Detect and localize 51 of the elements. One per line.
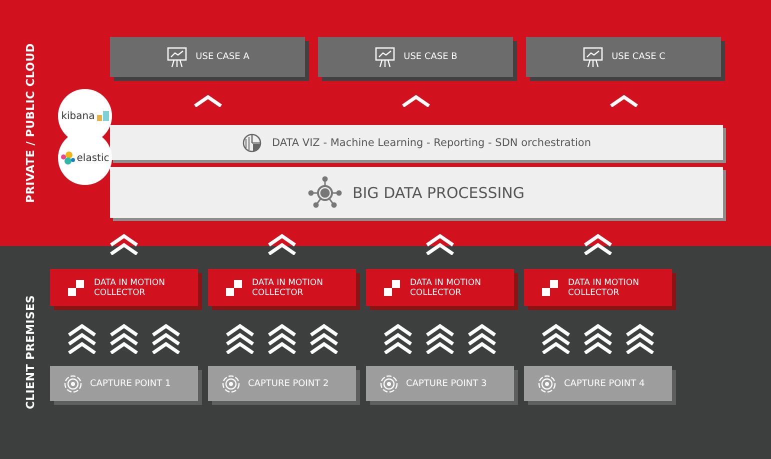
chevron-icon	[582, 324, 614, 354]
section-label: PRIVATE / PUBLIC CLOUD	[24, 43, 36, 203]
logo-text: kibana	[61, 110, 95, 122]
chevron-icon	[624, 324, 656, 354]
logo-icon	[96, 111, 109, 121]
presentation-board-icon	[374, 46, 396, 68]
collector-label: DATA IN MOTION COLLECTOR	[410, 278, 482, 298]
chevron-icon	[540, 324, 572, 354]
chevron-icon	[266, 234, 298, 255]
chevron-icon	[608, 95, 640, 107]
target-icon	[222, 374, 240, 392]
chevron-icon	[224, 324, 256, 354]
use-case-label: USE CASE A	[196, 52, 250, 62]
capture-point-label: CAPTURE POINT 1	[90, 378, 171, 388]
chevron-icon	[582, 234, 614, 255]
chevron-icon	[150, 324, 182, 354]
capture-point-label: CAPTURE POINT 2	[248, 378, 329, 388]
use-case-label: USE CASE C	[612, 52, 666, 62]
squares-icon	[542, 280, 558, 296]
logo-text: elastic	[76, 152, 110, 164]
chevron-icon	[466, 324, 498, 354]
layer-label: BIG DATA PROCESSING	[352, 184, 525, 202]
collector-label: DATA IN MOTION COLLECTOR	[568, 278, 640, 298]
chevron-icon	[266, 324, 298, 354]
collector-label: DATA IN MOTION COLLECTOR	[252, 278, 324, 298]
capture-point-label: CAPTURE POINT 3	[406, 378, 487, 388]
chevron-icon	[400, 95, 432, 107]
use-case-label: USE CASE B	[404, 52, 458, 62]
chevron-icon	[66, 324, 98, 354]
squares-icon	[226, 280, 242, 296]
target-icon	[380, 374, 398, 392]
chevron-icon	[424, 324, 456, 354]
target-icon	[538, 374, 556, 392]
target-icon	[64, 374, 82, 392]
chevron-icon	[192, 95, 224, 107]
presentation-board-icon	[166, 46, 188, 68]
chevron-icon	[108, 234, 140, 255]
squares-icon	[384, 280, 400, 296]
squares-icon	[68, 280, 84, 296]
pie-chart-icon	[242, 132, 262, 152]
collector-label: DATA IN MOTION COLLECTOR	[94, 278, 166, 298]
logo-icon	[60, 151, 75, 165]
capture-point-label: CAPTURE POINT 4	[564, 378, 645, 388]
chevron-icon	[308, 324, 340, 354]
chevron-icon	[424, 234, 456, 255]
layer-label: DATA VIZ - Machine Learning - Reporting - SDN orchestration	[272, 136, 591, 148]
chevron-icon	[382, 324, 414, 354]
hub-icon	[308, 176, 342, 210]
chevron-icon	[108, 324, 140, 354]
section-label: CLIENT PREMISES	[24, 295, 36, 410]
presentation-board-icon	[582, 46, 604, 68]
